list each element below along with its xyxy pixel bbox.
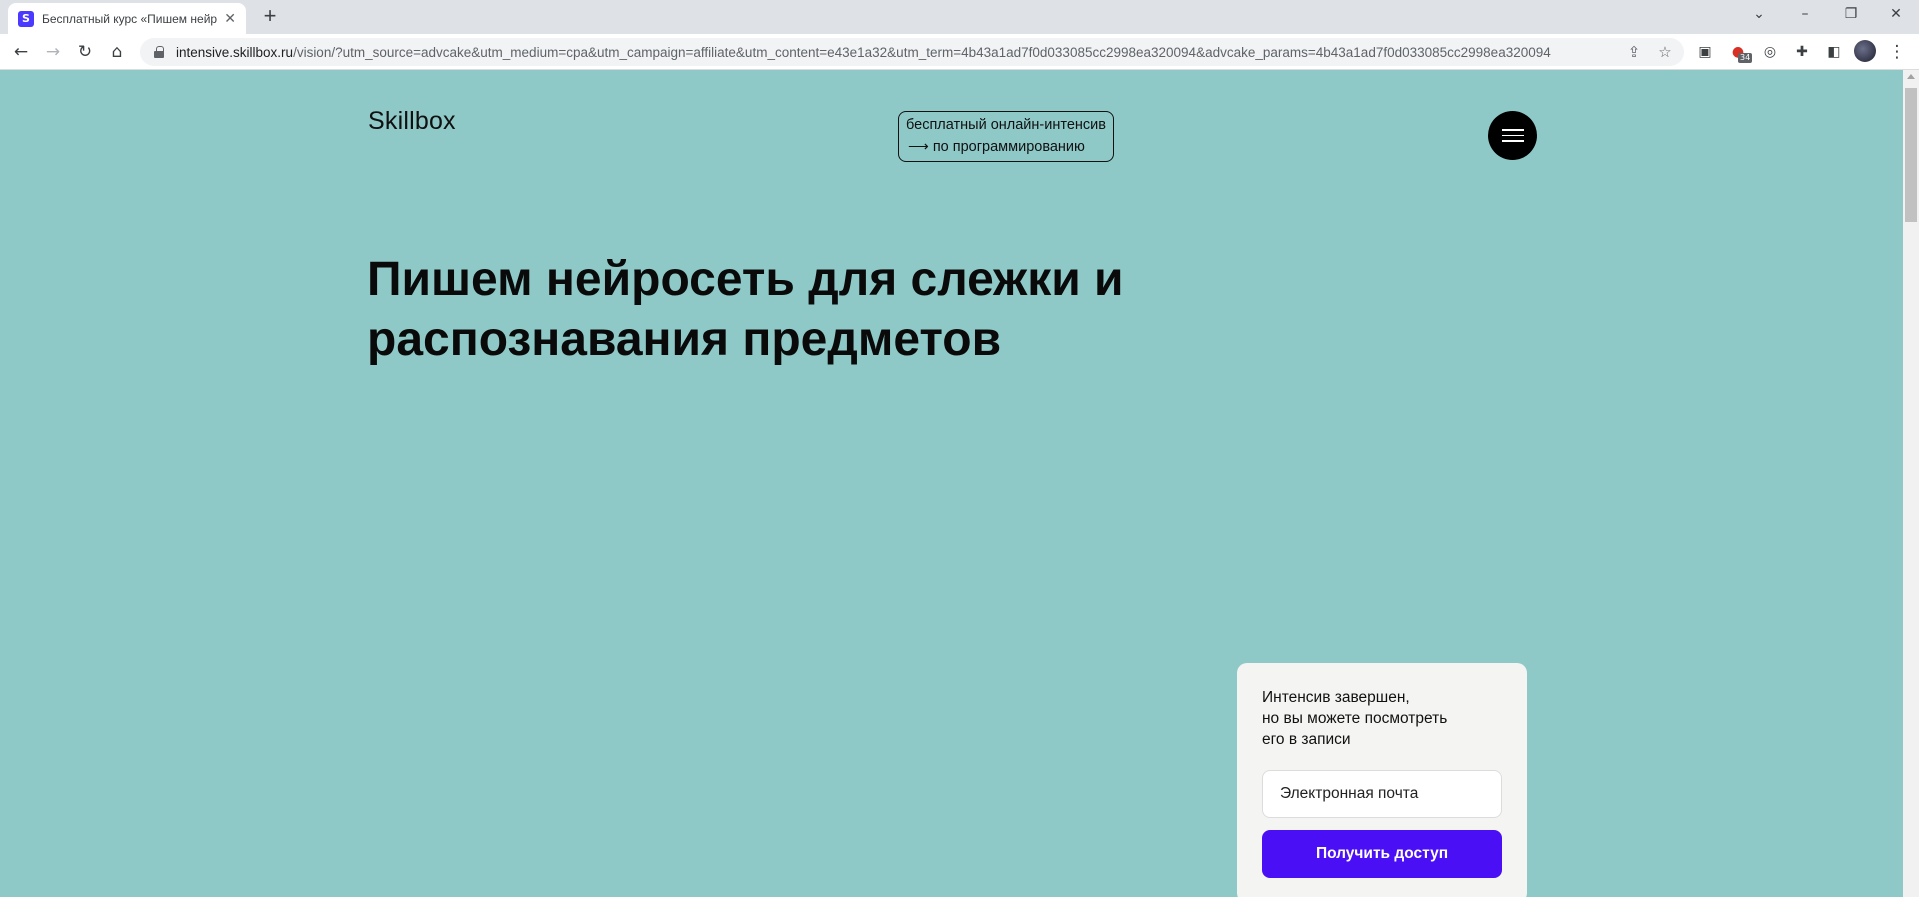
restore-icon[interactable]: ❐ bbox=[1828, 0, 1874, 28]
home-icon[interactable]: ⌂ bbox=[105, 40, 129, 64]
tag-line-1: бесплатный онлайн-интенсив bbox=[906, 117, 1106, 133]
bookmark-star-icon[interactable]: ☆ bbox=[1656, 43, 1674, 61]
side-panel-icon[interactable]: ◧ bbox=[1824, 42, 1844, 62]
browser-tabbar: S Бесплатный курс «Пишем нейросеть для с… bbox=[0, 0, 1919, 34]
signup-card: Интенсив завершен, но вы можете посмотре… bbox=[1237, 663, 1527, 897]
tag-line-2: ⟶ по программированию bbox=[908, 139, 1085, 155]
scroll-thumb[interactable] bbox=[1905, 88, 1917, 222]
intensive-tag: бесплатный онлайн-интенсив ⟶ по программ… bbox=[898, 111, 1114, 162]
browser-toolbar: ← → ↻ ⌂ intensive.skillbox.ru/vision/?ut… bbox=[0, 34, 1919, 70]
profile-avatar[interactable] bbox=[1854, 40, 1876, 62]
extension-circle-icon[interactable]: ◎ bbox=[1760, 42, 1780, 62]
skillbox-favicon-icon: S bbox=[18, 10, 34, 27]
get-access-button[interactable]: Получить доступ bbox=[1262, 830, 1502, 878]
hamburger-line bbox=[1501, 134, 1524, 137]
hamburger-line bbox=[1501, 129, 1524, 131]
intensive-finished-text: Интенсив завершен, но вы можете посмотре… bbox=[1262, 689, 1448, 748]
tab-title: Бесплатный курс «Пишем нейросеть для сле… bbox=[42, 11, 217, 26]
back-icon[interactable]: ← bbox=[9, 40, 33, 64]
extension-badge: 34 bbox=[1738, 53, 1753, 63]
reload-icon[interactable]: ↻ bbox=[73, 40, 97, 64]
page-scrollbar[interactable] bbox=[1903, 70, 1919, 897]
page-title: Пишем нейросеть для слежки и распознаван… bbox=[367, 253, 1124, 366]
hamburger-menu-button[interactable] bbox=[1488, 111, 1537, 160]
address-bar[interactable]: intensive.skillbox.ru/vision/?utm_source… bbox=[140, 38, 1684, 66]
tab-search-icon[interactable]: ⌄ bbox=[1736, 0, 1782, 28]
skillbox-logo[interactable]: Skillbox bbox=[368, 107, 456, 136]
scroll-up-arrow-icon[interactable] bbox=[1907, 74, 1915, 79]
share-icon[interactable]: ⇪ bbox=[1625, 43, 1643, 61]
url-text[interactable]: intensive.skillbox.ru/vision/?utm_source… bbox=[176, 45, 1551, 60]
extension-adblock-icon[interactable]: ● 34 bbox=[1728, 42, 1753, 63]
email-field[interactable] bbox=[1262, 770, 1502, 818]
lock-icon[interactable] bbox=[154, 46, 164, 58]
browser-menu-icon[interactable]: ⋮ bbox=[1885, 40, 1909, 64]
close-tab-icon[interactable]: ✕ bbox=[224, 10, 236, 27]
extension-icon[interactable]: ▣ bbox=[1695, 42, 1715, 62]
forward-icon[interactable]: → bbox=[41, 40, 65, 64]
hamburger-line bbox=[1501, 140, 1524, 142]
browser-tab[interactable]: S Бесплатный курс «Пишем нейросеть для с… bbox=[8, 3, 246, 34]
minimize-icon[interactable]: – bbox=[1782, 0, 1828, 28]
extensions-puzzle-icon[interactable]: ✚ bbox=[1792, 42, 1812, 62]
close-window-icon[interactable]: ✕ bbox=[1873, 0, 1919, 28]
new-tab-icon[interactable]: + bbox=[258, 4, 282, 28]
